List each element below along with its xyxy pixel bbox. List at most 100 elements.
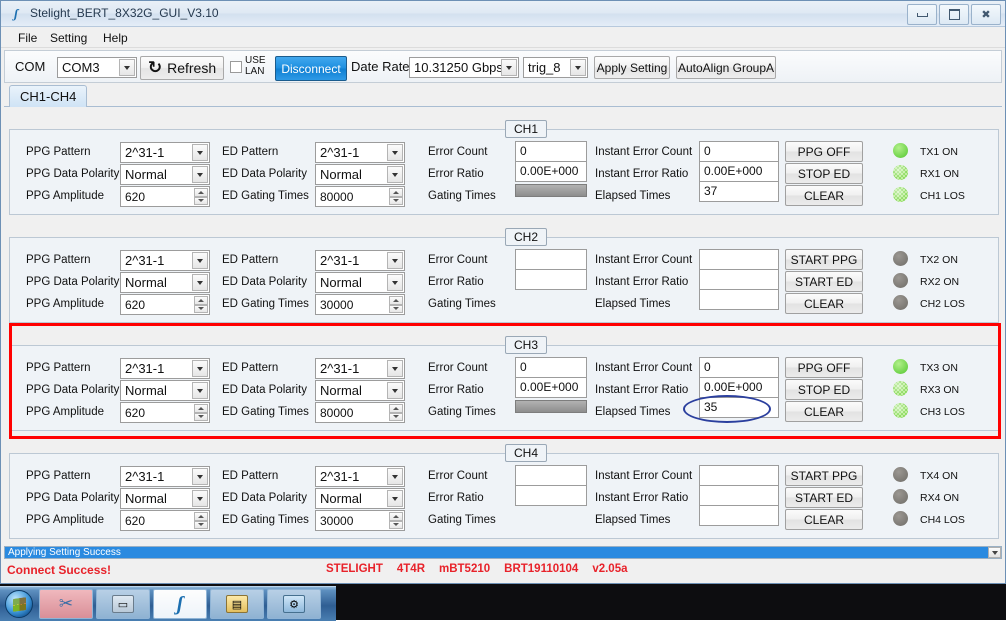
chevron-down-icon[interactable] — [192, 166, 208, 183]
disconnect-button[interactable]: Disconnect — [275, 56, 347, 81]
ed-pattern-select-ch4[interactable]: 2^31-1 — [315, 466, 405, 487]
menu-item-setting[interactable]: Setting — [45, 30, 92, 46]
spinner-up-icon[interactable] — [389, 512, 403, 521]
ed-toggle-button-ch1[interactable]: STOP ED — [785, 163, 863, 184]
chevron-down-icon[interactable] — [192, 252, 208, 269]
spinner-up-icon[interactable] — [389, 188, 403, 197]
spinner-arrows[interactable] — [194, 512, 208, 529]
spinner-down-icon[interactable] — [194, 412, 208, 421]
chevron-down-icon[interactable] — [501, 59, 517, 76]
spinner-down-icon[interactable] — [194, 520, 208, 529]
ed-gating-spinner-ch1[interactable]: 80000 — [315, 186, 405, 207]
tab-ch1-ch4[interactable]: CH1-CH4 — [9, 85, 88, 107]
ppg-amplitude-spinner-ch4[interactable]: 620 — [120, 510, 210, 531]
spinner-up-icon[interactable] — [194, 404, 208, 413]
chevron-down-icon[interactable] — [387, 144, 403, 161]
ed-pattern-select-ch3[interactable]: 2^31-1 — [315, 358, 405, 379]
chevron-down-icon[interactable] — [192, 274, 208, 291]
spinner-arrows[interactable] — [194, 296, 208, 313]
ppg-pattern-select-ch1[interactable]: 2^31-1 — [120, 142, 210, 163]
spinner-arrows[interactable] — [194, 404, 208, 421]
ppg-toggle-button-ch4[interactable]: START PPG — [785, 465, 863, 486]
ed-toggle-button-ch3[interactable]: STOP ED — [785, 379, 863, 400]
use-lan-checkbox[interactable] — [230, 61, 242, 73]
display-monitor-icon[interactable]: ▭ — [96, 589, 150, 619]
error-ratio-field-ch2[interactable] — [515, 269, 587, 290]
ppg-amplitude-spinner-ch2[interactable]: 620 — [120, 294, 210, 315]
chevron-down-icon[interactable] — [192, 360, 208, 377]
autoalign-groupa-button[interactable]: AutoAlign GroupA — [676, 56, 776, 79]
maximize-icon[interactable] — [939, 4, 969, 25]
clear-button-ch4[interactable]: CLEAR — [785, 509, 863, 530]
ppg-amplitude-spinner-ch1[interactable]: 620 — [120, 186, 210, 207]
spinner-down-icon[interactable] — [389, 304, 403, 313]
chevron-down-icon[interactable] — [387, 166, 403, 183]
instant-error-ratio-field-ch4[interactable] — [699, 485, 779, 506]
error-count-field-ch4[interactable] — [515, 465, 587, 486]
spinner-up-icon[interactable] — [194, 296, 208, 305]
chevron-down-icon[interactable] — [192, 144, 208, 161]
calculator-icon[interactable]: ▤ — [210, 589, 264, 619]
ppg-pattern-select-ch4[interactable]: 2^31-1 — [120, 466, 210, 487]
ppg-polarity-select-ch2[interactable]: Normal — [120, 272, 210, 293]
ed-pattern-select-ch1[interactable]: 2^31-1 — [315, 142, 405, 163]
scroll-down-arrow-icon[interactable] — [988, 547, 1001, 558]
instant-error-count-field-ch2[interactable] — [699, 249, 779, 270]
com-port-select[interactable]: COM3 — [57, 57, 137, 78]
error-ratio-field-ch4[interactable] — [515, 485, 587, 506]
spinner-arrows[interactable] — [389, 296, 403, 313]
ppg-pattern-select-ch3[interactable]: 2^31-1 — [120, 358, 210, 379]
spinner-up-icon[interactable] — [389, 296, 403, 305]
elapsed-times-field-ch1[interactable]: 37 — [699, 181, 779, 202]
spinner-down-icon[interactable] — [194, 196, 208, 205]
trigger-select[interactable]: trig_8 — [523, 57, 588, 78]
clear-button-ch1[interactable]: CLEAR — [785, 185, 863, 206]
spinner-arrows[interactable] — [389, 404, 403, 421]
error-ratio-field-ch3[interactable]: 0.00E+000 — [515, 377, 587, 398]
instant-error-ratio-field-ch1[interactable]: 0.00E+000 — [699, 161, 779, 182]
chevron-down-icon[interactable] — [387, 360, 403, 377]
ed-polarity-select-ch4[interactable]: Normal — [315, 488, 405, 509]
ed-pattern-select-ch2[interactable]: 2^31-1 — [315, 250, 405, 271]
spinner-down-icon[interactable] — [389, 196, 403, 205]
minimize-icon[interactable] — [907, 4, 937, 25]
elapsed-times-field-ch4[interactable] — [699, 505, 779, 526]
chevron-down-icon[interactable] — [387, 274, 403, 291]
spinner-up-icon[interactable] — [389, 404, 403, 413]
spinner-arrows[interactable] — [389, 188, 403, 205]
error-count-field-ch1[interactable]: 0 — [515, 141, 587, 162]
ppg-polarity-select-ch4[interactable]: Normal — [120, 488, 210, 509]
chevron-down-icon[interactable] — [387, 382, 403, 399]
chevron-down-icon[interactable] — [387, 252, 403, 269]
ed-toggle-button-ch4[interactable]: START ED — [785, 487, 863, 508]
windows-start-orb-icon[interactable] — [2, 589, 36, 619]
spinner-arrows[interactable] — [194, 188, 208, 205]
instant-error-ratio-field-ch2[interactable] — [699, 269, 779, 290]
ppg-polarity-select-ch1[interactable]: Normal — [120, 164, 210, 185]
date-rate-select[interactable]: 10.31250 Gbps — [409, 57, 519, 78]
snipping-tool-icon[interactable]: ✂ — [39, 589, 93, 619]
instant-error-count-field-ch1[interactable]: 0 — [699, 141, 779, 162]
clear-button-ch3[interactable]: CLEAR — [785, 401, 863, 422]
spinner-up-icon[interactable] — [194, 512, 208, 521]
spinner-down-icon[interactable] — [389, 412, 403, 421]
chevron-down-icon[interactable] — [387, 468, 403, 485]
ed-gating-spinner-ch4[interactable]: 30000 — [315, 510, 405, 531]
error-ratio-field-ch1[interactable]: 0.00E+000 — [515, 161, 587, 182]
ed-gating-spinner-ch2[interactable]: 30000 — [315, 294, 405, 315]
ppg-toggle-button-ch3[interactable]: PPG OFF — [785, 357, 863, 378]
chevron-down-icon[interactable] — [192, 490, 208, 507]
ppg-toggle-button-ch2[interactable]: START PPG — [785, 249, 863, 270]
refresh-button[interactable]: ↻ Refresh — [140, 56, 224, 80]
instant-error-ratio-field-ch3[interactable]: 0.00E+000 — [699, 377, 779, 398]
ed-polarity-select-ch3[interactable]: Normal — [315, 380, 405, 401]
ed-polarity-select-ch2[interactable]: Normal — [315, 272, 405, 293]
error-count-field-ch2[interactable] — [515, 249, 587, 270]
ppg-toggle-button-ch1[interactable]: PPG OFF — [785, 141, 863, 162]
ppg-pattern-select-ch2[interactable]: 2^31-1 — [120, 250, 210, 271]
spinner-down-icon[interactable] — [194, 304, 208, 313]
ppg-amplitude-spinner-ch3[interactable]: 620 — [120, 402, 210, 423]
chevron-down-icon[interactable] — [570, 59, 586, 76]
error-count-field-ch3[interactable]: 0 — [515, 357, 587, 378]
instant-error-count-field-ch4[interactable] — [699, 465, 779, 486]
